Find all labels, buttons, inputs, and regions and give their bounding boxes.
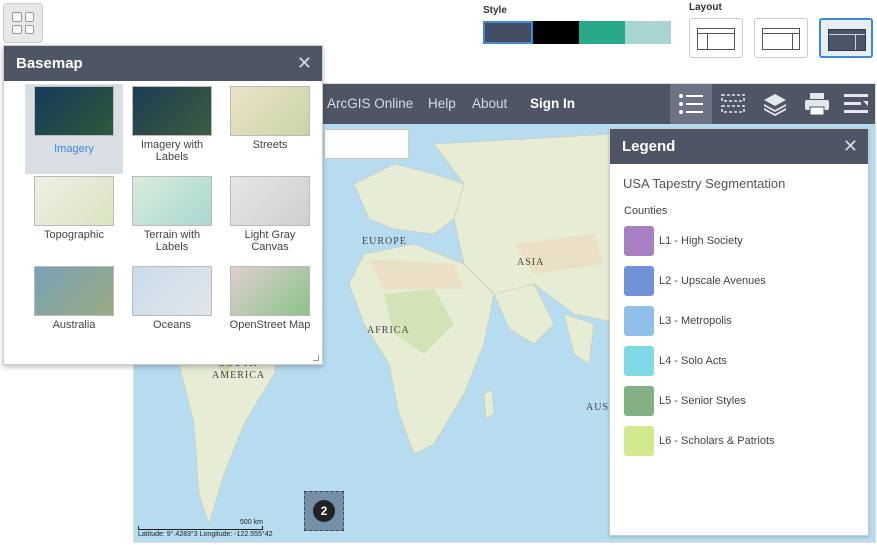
basemap-thumbnail	[34, 176, 114, 226]
basemap-option[interactable]: Light Gray Canvas	[221, 174, 319, 264]
layout-caption: Layout	[689, 2, 722, 13]
legend-item: L3 - Metropolis	[624, 304, 868, 337]
style-swatch[interactable]	[483, 21, 533, 44]
style-swatch[interactable]	[625, 21, 671, 44]
legend-item-label: L3 - Metropolis	[659, 314, 732, 327]
basemap-option[interactable]: Oceans	[123, 264, 221, 354]
map-label-asia: ASIA	[517, 257, 545, 268]
legend-item: L4 - Solo Acts	[624, 344, 868, 377]
grid-icon-cell	[24, 24, 34, 34]
legend-item: L5 - Senior Styles	[624, 384, 868, 417]
cluster-count: 2	[313, 500, 335, 522]
legend-close-icon[interactable]: ✕	[843, 129, 858, 164]
print-icon	[805, 93, 829, 116]
basemap-thumbnail	[230, 266, 310, 316]
nav-arcgis-online-link[interactable]: ArcGIS Online	[327, 84, 413, 124]
basemap-thumbnail	[230, 176, 310, 226]
scale-bar-label: 500 km	[240, 519, 263, 526]
basemap-option-label: Australia	[52, 319, 96, 331]
basemap-grid: Imagery Imagery with Labels Streets Topogra…	[4, 81, 322, 354]
basemap-option-label: Light Gray Canvas	[244, 229, 296, 253]
nav-help-link[interactable]: Help	[428, 84, 456, 124]
resize-handle-icon[interactable]	[313, 355, 319, 361]
legend-item-label: L6 - Scholars & Patriots	[659, 434, 775, 447]
basemap-thumbnail	[132, 266, 212, 316]
basemap-close-icon[interactable]: ✕	[297, 46, 312, 81]
basemap-thumbnail	[132, 86, 212, 136]
style-swatch[interactable]	[533, 21, 579, 44]
basemap-header: Basemap ✕	[4, 46, 322, 81]
legend-title: Legend	[622, 138, 676, 155]
legend-swatch	[624, 265, 654, 296]
layer-list-tool-button[interactable]	[712, 84, 754, 124]
basemap-option[interactable]: Topographic	[25, 174, 123, 264]
layers-tool-button[interactable]	[754, 84, 796, 124]
style-swatch[interactable]	[579, 21, 625, 44]
scale-bar: 500 km	[138, 519, 263, 530]
legend-panel: Legend ✕ USA Tapestry Segmentation Count…	[609, 128, 869, 536]
sign-in-link[interactable]: Sign In	[530, 84, 575, 124]
legend-subtitle: Counties	[624, 205, 668, 217]
legend-items: L1 - High Society L2 - Upscale Avenues L3 …	[610, 224, 868, 457]
basemap-gallery-toggle-button[interactable]	[3, 3, 43, 43]
legend-tool-button[interactable]	[670, 84, 712, 124]
basemap-title: Basemap	[16, 55, 83, 72]
basemap-gallery-panel: Basemap ✕ Imagery Imagery with Labels Stre…	[3, 45, 323, 365]
map-label-europe: EUROPE	[362, 236, 407, 247]
basemap-option-label: Imagery with Labels	[140, 139, 204, 163]
style-caption: Style	[483, 5, 507, 16]
basemap-option[interactable]: Imagery	[25, 84, 123, 174]
basemap-option-label: Terrain with Labels	[143, 229, 201, 253]
basemap-thumbnail	[34, 266, 114, 316]
legend-item-label: L1 - High Society	[659, 234, 743, 247]
print-tool-button[interactable]	[796, 84, 838, 124]
map-label-africa: AFRICA	[367, 325, 410, 336]
coordinates-readout: Latitude: 9°.4283°3 Longitude: -122.555°…	[138, 531, 273, 538]
basemap-thumbnail	[34, 86, 114, 136]
legend-swatch	[624, 425, 654, 456]
legend-item: L2 - Upscale Avenues	[624, 264, 868, 297]
basemap-option-label: OpenStreet Map	[229, 319, 311, 331]
legend-item-label: L5 - Senior Styles	[659, 394, 746, 407]
basemap-option-label: Topographic	[44, 229, 104, 241]
style-swatches	[483, 21, 671, 44]
legend-layer-title: USA Tapestry Segmentation	[623, 176, 786, 191]
basemap-option[interactable]: Terrain with Labels	[123, 174, 221, 264]
legend-item-label: L4 - Solo Acts	[659, 354, 727, 367]
basemap-option-label: Streets	[252, 139, 288, 151]
legend-swatch	[624, 225, 654, 256]
basemap-option[interactable]: Streets	[221, 84, 319, 174]
layers-icon	[764, 94, 786, 116]
layout-option-left-panel[interactable]	[689, 18, 743, 58]
layout-option-full-panel[interactable]	[819, 18, 873, 58]
legend-swatch	[624, 385, 654, 416]
basemap-option-label: Imagery	[54, 143, 94, 155]
grid-icon-cell	[12, 24, 22, 34]
legend-item-label: L2 - Upscale Avenues	[659, 274, 766, 287]
basemap-option[interactable]: Imagery with Labels	[123, 84, 221, 174]
legend-header: Legend ✕	[610, 129, 868, 164]
basemap-option[interactable]: Australia	[25, 264, 123, 354]
basemap-thumbnail	[230, 86, 310, 136]
legend-swatch	[624, 305, 654, 336]
grid-icon-cell	[12, 12, 22, 22]
legend-icon	[679, 94, 703, 114]
map-cluster-marker[interactable]: 2	[304, 491, 344, 531]
nav-about-link[interactable]: About	[472, 84, 507, 124]
layout-option-right-panel[interactable]	[754, 18, 808, 58]
map-label-australia: AUS	[586, 402, 610, 413]
basemap-option-label: Oceans	[153, 319, 191, 331]
grid-icon-cell	[24, 12, 34, 22]
legend-item: L6 - Scholars & Patriots	[624, 424, 868, 457]
basemap-option[interactable]: OpenStreet Map	[221, 264, 319, 354]
legend-item: L1 - High Society	[624, 224, 868, 257]
menu-tool-button[interactable]	[835, 84, 875, 124]
legend-swatch	[624, 345, 654, 376]
map-search-input[interactable]	[324, 129, 409, 159]
layer-list-icon	[721, 94, 745, 113]
basemap-thumbnail	[132, 176, 212, 226]
menu-icon	[844, 94, 868, 113]
